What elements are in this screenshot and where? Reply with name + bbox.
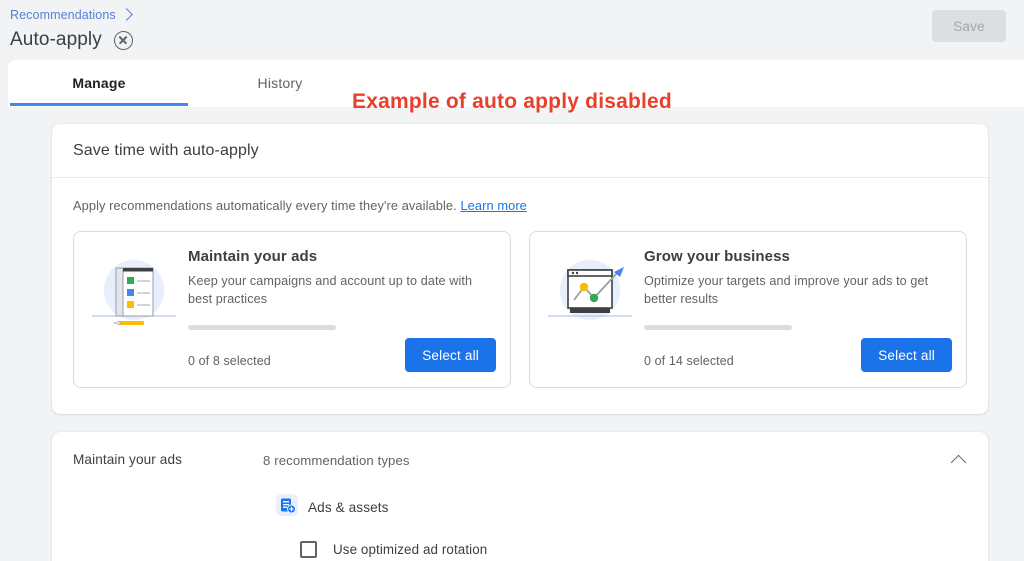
- select-all-button-grow[interactable]: Select all: [861, 338, 952, 372]
- option-label-use-optimized-ad-rotation: Use optimized ad rotation: [333, 542, 488, 557]
- growth-chart-window-illustration: [544, 248, 636, 372]
- main-content: Save time with auto-apply Apply recommen…: [0, 107, 1024, 561]
- maintain-section-card: Maintain your ads 8 recommendation types…: [52, 432, 988, 561]
- ads-assets-icon: [276, 494, 298, 521]
- tab-bar: Manage History: [8, 60, 1024, 107]
- auto-apply-card-header: Save time with auto-apply: [52, 124, 988, 178]
- auto-apply-card-title: Save time with auto-apply: [73, 142, 259, 159]
- page-title-row: Auto-apply: [10, 29, 1024, 51]
- tile-count-grow: 0 of 14 selected: [644, 354, 734, 368]
- tile-footer-maintain: 0 of 8 selected Select all: [188, 338, 496, 372]
- tile-body-maintain: Maintain your ads Keep your campaigns an…: [188, 248, 496, 372]
- tab-history[interactable]: History: [190, 60, 370, 106]
- option-row-optimized-ad-rotation: Use optimized ad rotation Automatically …: [52, 521, 988, 561]
- tile-title-maintain: Maintain your ads: [188, 248, 318, 265]
- progress-bar-grow: [644, 325, 792, 330]
- group-label-ads-assets: Ads & assets: [308, 500, 389, 515]
- clipboard-checklist-illustration: [88, 248, 180, 372]
- chevron-right-icon: [119, 8, 133, 21]
- auto-apply-card: Save time with auto-apply Apply recommen…: [52, 124, 988, 414]
- progress-bar-maintain: [188, 325, 336, 330]
- tile-description-maintain: Keep your campaigns and account up to da…: [188, 274, 473, 306]
- tile-footer-grow: 0 of 14 selected Select all: [644, 338, 952, 372]
- close-circle-icon[interactable]: [113, 30, 133, 50]
- tile-maintain-your-ads: Maintain your ads Keep your campaigns an…: [73, 231, 511, 388]
- section-types-count: 8 recommendation types: [263, 453, 410, 468]
- save-button[interactable]: Save: [932, 10, 1006, 42]
- breadcrumb: Recommendations: [10, 6, 1024, 24]
- section-header[interactable]: Maintain your ads 8 recommendation types: [52, 432, 988, 471]
- breadcrumb-link-recommendations[interactable]: Recommendations: [10, 8, 116, 22]
- tile-title-grow: Grow your business: [644, 248, 790, 265]
- section-label: Maintain your ads: [73, 452, 182, 467]
- auto-apply-card-description: Apply recommendations automatically ever…: [52, 178, 988, 213]
- checkbox-use-optimized-ad-rotation[interactable]: [300, 541, 317, 558]
- tile-description-grow: Optimize your targets and improve your a…: [644, 274, 929, 306]
- select-all-button-maintain[interactable]: Select all: [405, 338, 496, 372]
- tile-body-grow: Grow your business Optimize your targets…: [644, 248, 952, 372]
- tab-manage[interactable]: Manage: [8, 60, 190, 106]
- tile-grow-your-business: Grow your business Optimize your targets…: [529, 231, 967, 388]
- auto-apply-description-text: Apply recommendations automatically ever…: [73, 198, 457, 213]
- learn-more-link-autoapply[interactable]: Learn more: [460, 198, 526, 213]
- page-header: Recommendations Auto-apply Save: [0, 0, 1024, 60]
- page-title: Auto-apply: [10, 29, 102, 50]
- option-main: Use optimized ad rotation: [300, 541, 988, 558]
- tiles-container: Maintain your ads Keep your campaigns an…: [52, 213, 988, 414]
- group-ads-assets: Ads & assets: [52, 468, 988, 521]
- tile-count-maintain: 0 of 8 selected: [188, 354, 271, 368]
